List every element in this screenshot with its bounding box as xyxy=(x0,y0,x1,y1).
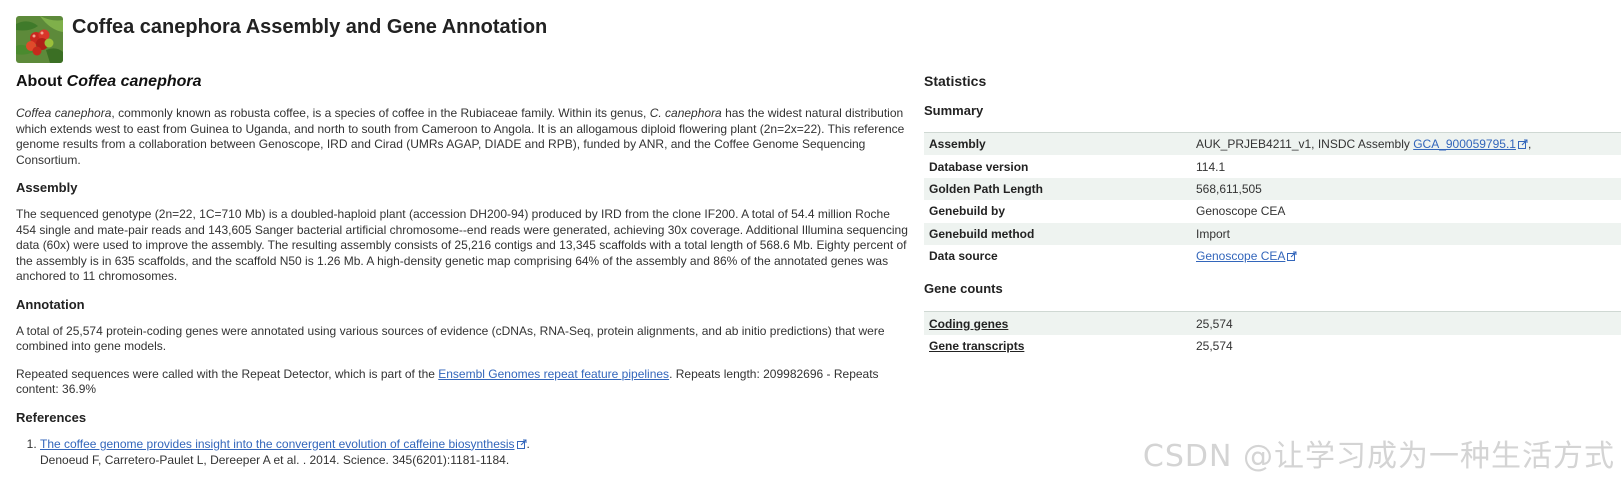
statistics-section: Statistics Summary Assembly AUK_PRJEB421… xyxy=(924,72,1621,358)
gene-counts-table: Coding genes 25,574 Gene transcripts 25,… xyxy=(924,311,1621,358)
summary-heading: Summary xyxy=(924,103,984,118)
about-heading: About Coffea canephora xyxy=(16,72,911,92)
about-paragraph: Coffea canephora, commonly known as robu… xyxy=(16,106,911,168)
repeats-text: Repeated sequences were called with the … xyxy=(16,366,439,381)
reference-citation: Denoeud F, Carretero-Paulet L, Dereeper … xyxy=(40,453,510,467)
table-row: Assembly AUK_PRJEB4211_v1, INSDC Assembl… xyxy=(924,132,1621,156)
table-row: Database version 114.1 xyxy=(924,155,1621,178)
external-link-icon xyxy=(1517,138,1528,152)
external-link-icon xyxy=(1287,250,1297,264)
stat-key: Assembly xyxy=(924,132,1191,156)
stat-key: Data source xyxy=(924,244,1191,268)
about-section: About Coffea canephora Coffea canephora,… xyxy=(16,72,911,469)
stat-value: Import xyxy=(1191,222,1621,245)
coffee-cherries-icon xyxy=(16,16,63,63)
stat-value: 25,574 xyxy=(1191,334,1621,358)
reference-item: The coffee genome provides insight into … xyxy=(40,437,911,469)
watermark: CSDN @让学习成为一种生活方式 xyxy=(1142,439,1615,474)
references-heading: References xyxy=(16,409,87,425)
stat-key: Database version xyxy=(924,155,1191,178)
gene-counts-heading: Gene counts xyxy=(924,281,1003,297)
summary-table: Assembly AUK_PRJEB4211_v1, INSDC Assembl… xyxy=(924,132,1621,268)
coding-genes-key[interactable]: Coding genes xyxy=(924,311,1191,335)
assembly-accession-link[interactable]: GCA_900059795.1 xyxy=(1413,137,1516,151)
table-row: Genebuild method Import xyxy=(924,222,1621,245)
about-heading-prefix: About xyxy=(16,73,63,90)
assembly-punct: , xyxy=(1527,136,1532,151)
stat-value: Genoscope CEA xyxy=(1191,200,1621,223)
species-short-name: C. canephora xyxy=(649,106,722,120)
assembly-value: AUK_PRJEB4211_v1, INSDC Assembly xyxy=(1196,136,1414,151)
data-source-link[interactable]: Genoscope CEA xyxy=(1196,249,1285,263)
species-name: Coffea canephora xyxy=(16,106,112,120)
repeats-paragraph: Repeated sequences were called with the … xyxy=(16,367,911,398)
gene-transcripts-key[interactable]: Gene transcripts xyxy=(924,334,1191,358)
external-link-icon xyxy=(516,438,527,454)
stat-key: Golden Path Length xyxy=(924,177,1191,201)
table-row: Genebuild by Genoscope CEA xyxy=(924,200,1621,223)
table-row: Gene transcripts 25,574 xyxy=(924,334,1621,358)
page-title: Coffea canephora Assembly and Gene Annot… xyxy=(72,16,548,38)
stat-value: 25,574 xyxy=(1191,311,1621,335)
stat-value: 114.1 xyxy=(1191,155,1621,178)
statistics-heading: Statistics xyxy=(924,73,987,89)
table-row: Data source Genoscope CEA xyxy=(924,244,1621,268)
reference-link[interactable]: The coffee genome provides insight into … xyxy=(40,437,515,451)
stat-value: 568,611,505 xyxy=(1191,177,1621,201)
repeat-pipelines-link[interactable]: Ensembl Genomes repeat feature pipelines xyxy=(438,367,669,381)
stat-value: AUK_PRJEB4211_v1, INSDC Assembly GCA_900… xyxy=(1191,132,1621,156)
annotation-heading: Annotation xyxy=(16,296,85,312)
stat-key: Genebuild method xyxy=(924,222,1191,245)
table-row: Coding genes 25,574 xyxy=(924,311,1621,335)
annotation-paragraph: A total of 25,574 protein-coding genes w… xyxy=(16,323,885,354)
about-heading-species: Coffea canephora xyxy=(66,73,202,90)
references-list: The coffee genome provides insight into … xyxy=(16,437,911,469)
reference-punct: . xyxy=(526,436,530,451)
table-row: Golden Path Length 568,611,505 xyxy=(924,177,1621,201)
assembly-heading: Assembly xyxy=(16,180,78,195)
stat-key: Genebuild by xyxy=(924,200,1191,223)
assembly-paragraph: The sequenced genotype (2n=22, 1C=710 Mb… xyxy=(16,207,908,283)
about-text-part: , commonly known as robusta coffee, is a… xyxy=(111,106,650,120)
stat-value: Genoscope CEA xyxy=(1191,244,1621,268)
